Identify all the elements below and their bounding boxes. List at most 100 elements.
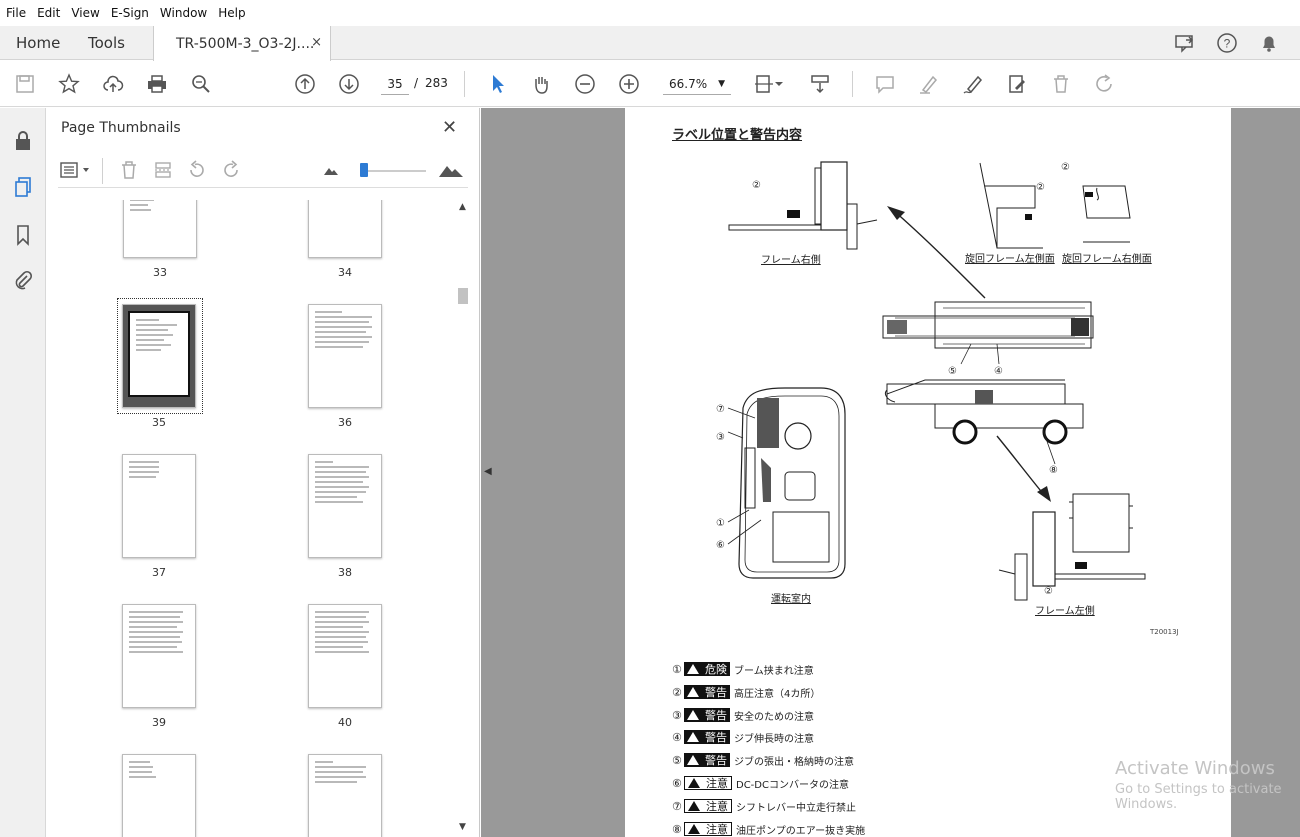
hand-tool-icon[interactable] xyxy=(529,72,553,96)
comment-icon[interactable] xyxy=(873,72,897,96)
legend-row: ③ 警告 安全のための注意 xyxy=(672,706,814,724)
legend-text: シフトレバー中立走行禁止 xyxy=(736,802,856,814)
zoom-level-select[interactable]: 66.7% ▼ xyxy=(663,73,731,95)
fit-options-chevron-icon[interactable] xyxy=(773,72,785,96)
upload-cloud-icon[interactable] xyxy=(101,72,125,96)
activate-windows-watermark: Activate Windows xyxy=(1115,758,1275,779)
caution-triangle-icon xyxy=(688,824,700,834)
tab-document[interactable]: TR-500M-3_O3-2J.... × xyxy=(153,26,331,61)
menu-edit[interactable]: Edit xyxy=(37,6,60,20)
panel-close-button[interactable]: ✕ xyxy=(442,117,457,138)
scroll-mode-icon[interactable] xyxy=(808,72,832,96)
thumbnail-page-42[interactable] xyxy=(308,754,382,837)
notifications-bell-icon[interactable] xyxy=(1258,32,1280,54)
redo-icon[interactable] xyxy=(1093,72,1117,96)
bookmark-star-icon[interactable] xyxy=(57,72,81,96)
legend-row: ② 警告 高圧注意（4カ所） xyxy=(672,683,820,701)
lock-icon[interactable] xyxy=(11,129,35,153)
tab-close-button[interactable]: × xyxy=(311,35,322,50)
chevron-down-icon: ▼ xyxy=(718,79,725,89)
extract-page-icon[interactable] xyxy=(152,159,174,181)
thumbnail-toolbar-divider xyxy=(102,158,103,184)
thumbnail-label: 40 xyxy=(338,716,352,729)
menu-file[interactable]: File xyxy=(6,6,26,20)
page-total: 283 xyxy=(425,76,448,90)
large-thumbnail-size-icon[interactable] xyxy=(438,159,464,181)
rotate-left-icon[interactable] xyxy=(186,159,208,181)
thumbnail-page-35[interactable] xyxy=(122,304,196,408)
thumbnail-size-slider-track[interactable] xyxy=(362,170,426,172)
thumbnail-size-slider-handle[interactable] xyxy=(360,163,368,177)
legend-text: ジブ伸長時の注意 xyxy=(734,733,814,745)
attachments-paperclip-icon[interactable] xyxy=(11,268,35,292)
figure-code: T20013J xyxy=(1150,628,1179,636)
thumbnail-page-39[interactable] xyxy=(122,604,196,708)
zoom-out-icon[interactable] xyxy=(573,72,597,96)
previous-page-icon[interactable] xyxy=(293,72,317,96)
scrollbar-thumb[interactable] xyxy=(458,288,468,304)
small-thumbnail-size-icon[interactable] xyxy=(320,159,342,181)
highlight-pen-icon[interactable] xyxy=(917,72,941,96)
page-number-input[interactable]: 35 xyxy=(381,73,409,95)
thumbnail-page-41[interactable] xyxy=(122,754,196,837)
thumbnail-page-36[interactable] xyxy=(308,304,382,408)
share-screen-icon[interactable] xyxy=(1174,32,1196,54)
thumbnail-page-40[interactable] xyxy=(308,604,382,708)
caption-swing-frame-left: 旋回フレーム左側面 xyxy=(965,254,1055,265)
callout-number: ⑥ xyxy=(716,540,725,551)
delete-page-icon[interactable] xyxy=(118,159,140,181)
menu-help[interactable]: Help xyxy=(218,6,245,20)
thumbnail-options-menu-icon[interactable] xyxy=(60,159,90,181)
legend-level: 警告 xyxy=(705,754,727,767)
zoom-in-icon[interactable] xyxy=(617,72,641,96)
save-icon[interactable] xyxy=(13,72,37,96)
edit-document-icon[interactable] xyxy=(1005,72,1029,96)
thumbnail-label: 35 xyxy=(152,416,166,429)
menu-view[interactable]: View xyxy=(71,6,99,20)
menu-bar: File Edit View E-Sign Window Help xyxy=(0,0,1300,26)
tab-tools[interactable]: Tools xyxy=(88,26,125,60)
tab-home[interactable]: Home xyxy=(16,26,60,60)
page-separator: / xyxy=(414,76,419,90)
sign-pen-icon[interactable] xyxy=(961,72,985,96)
help-icon[interactable]: ? xyxy=(1216,32,1238,54)
legend-text: 安全のための注意 xyxy=(734,711,814,723)
legend-text: ブーム挟まれ注意 xyxy=(734,665,814,677)
print-icon[interactable] xyxy=(145,72,169,96)
thumbnail-page-38[interactable] xyxy=(308,454,382,558)
document-viewport[interactable]: ◀ ラベル位置と警告内容 ② ② ② ⑤ ④ ⑦ ③ ① ⑥ ⑧ ② フレーム右… xyxy=(481,108,1300,837)
legend-number: ① xyxy=(672,662,682,676)
page-thumbnails-icon[interactable] xyxy=(11,175,35,199)
legend-level: 警告 xyxy=(705,686,727,699)
caption-frame-left: フレーム左側 xyxy=(1035,606,1095,617)
warning-badge: 警告 xyxy=(684,753,730,767)
thumbnail-page-34[interactable] xyxy=(308,200,382,258)
menu-window[interactable]: Window xyxy=(160,6,207,20)
zoom-search-icon[interactable] xyxy=(189,72,213,96)
select-cursor-icon[interactable] xyxy=(486,72,510,96)
danger-badge: 危険 xyxy=(684,662,730,676)
delete-trash-icon[interactable] xyxy=(1049,72,1073,96)
thumbnail-label: 39 xyxy=(152,716,166,729)
legend-number: ⑤ xyxy=(672,753,682,767)
legend-number: ⑥ xyxy=(672,776,682,790)
thumbnail-page-37[interactable] xyxy=(122,454,196,558)
callout-number: ③ xyxy=(716,432,725,443)
bookmarks-icon[interactable] xyxy=(11,223,35,247)
thumbnail-label: 36 xyxy=(338,416,352,429)
legend-level: 注意 xyxy=(706,777,728,790)
warning-badge: 警告 xyxy=(684,685,730,699)
collapse-panel-arrow-icon[interactable]: ◀ xyxy=(484,466,492,477)
thumbnail-scrollbar[interactable]: ▲ ▼ xyxy=(456,196,470,837)
menu-esign[interactable]: E-Sign xyxy=(111,6,149,20)
callout-number: ⑧ xyxy=(1049,465,1058,476)
scroll-up-arrow-icon[interactable]: ▲ xyxy=(459,202,466,212)
thumbnail-page-33[interactable] xyxy=(123,200,197,258)
zoom-level-value: 66.7% xyxy=(669,77,708,91)
rotate-right-icon[interactable] xyxy=(220,159,242,181)
callout-number: ⑦ xyxy=(716,404,725,415)
next-page-icon[interactable] xyxy=(337,72,361,96)
scroll-down-arrow-icon[interactable]: ▼ xyxy=(459,822,466,832)
left-navigation-rail xyxy=(0,108,46,837)
legend-number: ⑧ xyxy=(672,822,682,836)
